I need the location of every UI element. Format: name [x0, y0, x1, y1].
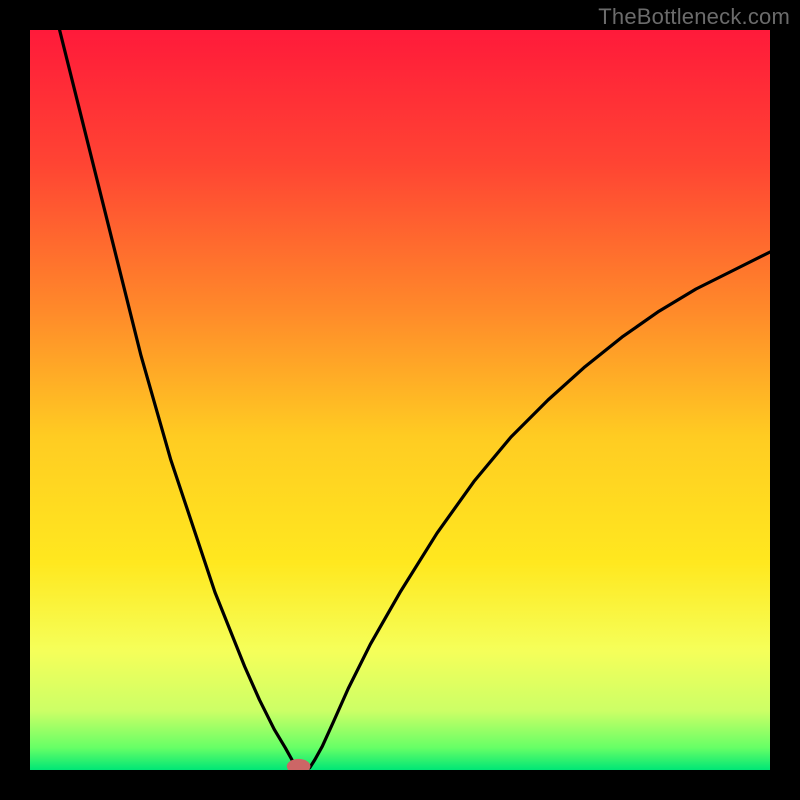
chart-frame: TheBottleneck.com — [0, 0, 800, 800]
watermark-text: TheBottleneck.com — [598, 4, 790, 30]
bottleneck-chart — [30, 30, 770, 770]
gradient-background — [30, 30, 770, 770]
plot-area — [30, 30, 770, 770]
